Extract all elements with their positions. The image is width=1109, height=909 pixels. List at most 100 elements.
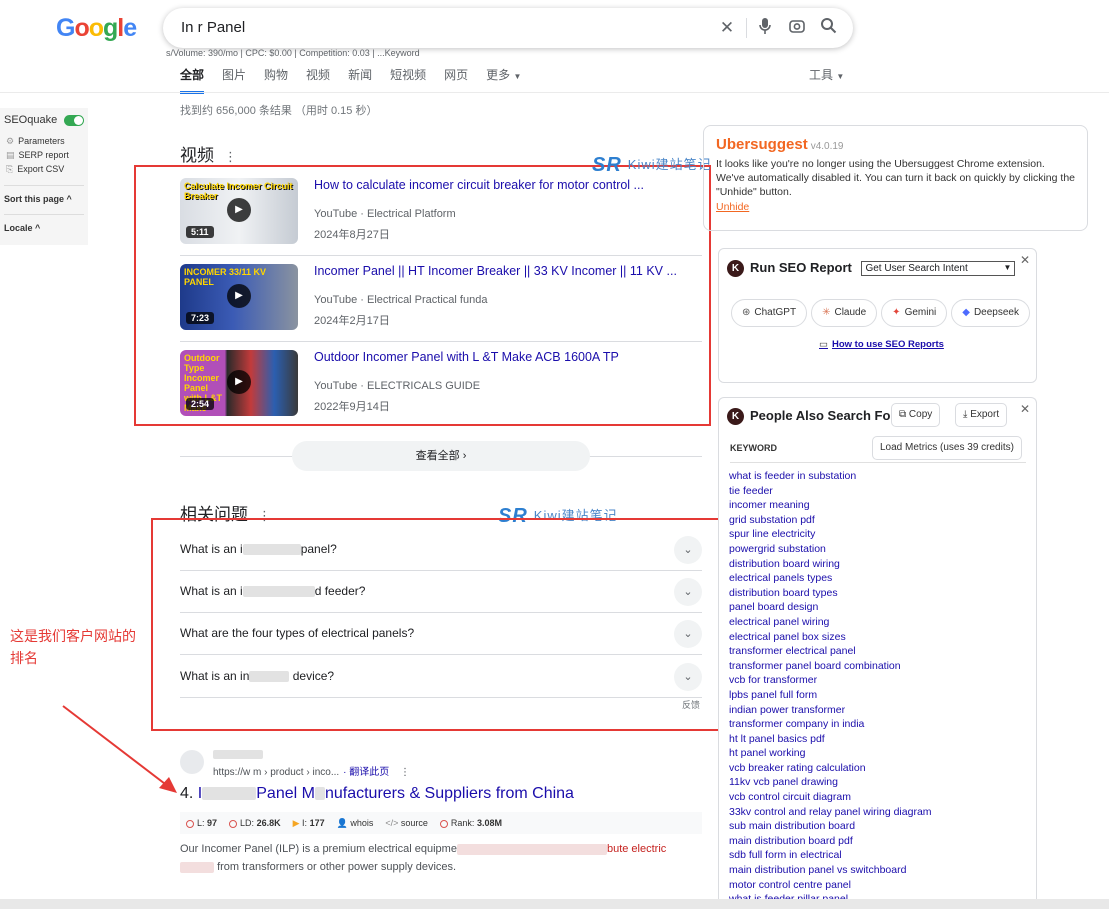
seoquake-toggle[interactable] — [64, 114, 84, 126]
video-title[interactable]: How to calculate incomer circuit breaker… — [314, 178, 694, 192]
redacted-text — [242, 544, 301, 556]
paa-question[interactable]: What is an i d feeder? ⌄ — [180, 571, 702, 613]
lens-camera-icon[interactable] — [786, 17, 808, 39]
keyword-link[interactable]: powergrid substation — [729, 542, 932, 557]
metric-whois[interactable]: 👤 whois — [337, 818, 374, 829]
search-icon[interactable] — [817, 17, 839, 39]
metric-l[interactable]: L: 97 — [186, 818, 217, 828]
keyword-link[interactable]: electrical panels types — [729, 571, 932, 586]
feedback-link[interactable]: 反馈 — [682, 698, 700, 711]
chatgpt-button[interactable]: ⊛ ChatGPT — [731, 299, 808, 327]
result-url[interactable]: https://w m › product › inco... · 翻译此页 ⋮ — [213, 763, 410, 778]
seoquake-sort[interactable]: Sort this page ^ — [4, 185, 84, 204]
keyword-link[interactable]: spur line electricity — [729, 527, 932, 542]
paa-question[interactable]: What is an in device? ⌄ — [180, 656, 702, 698]
keyword-link[interactable]: distribution board types — [729, 586, 932, 601]
keyword-link[interactable]: vcb control circuit diagram — [729, 790, 932, 805]
keyword-link[interactable]: transformer panel board combination — [729, 659, 932, 674]
keyword-link[interactable]: vcb breaker rating calculation — [729, 761, 932, 776]
chevron-down-icon[interactable]: ⌄ — [674, 620, 702, 648]
more-options-icon[interactable]: ⋮ — [400, 767, 410, 778]
tab-more[interactable]: 更多 ▼ — [486, 66, 521, 94]
keyword-link[interactable]: vcb for transformer — [729, 673, 932, 688]
close-icon[interactable]: ✕ — [1020, 253, 1030, 267]
metric-i[interactable]: ▶ I: 177 — [293, 818, 325, 829]
tab-news[interactable]: 新闻 — [348, 66, 372, 94]
keyword-link[interactable]: tie feeder — [729, 484, 932, 499]
intent-select[interactable]: Get User Search Intent ▼ — [861, 261, 1016, 277]
keyword-link[interactable]: 11kv vcb panel drawing — [729, 775, 932, 790]
gemini-button[interactable]: ✦ Gemini — [881, 299, 948, 327]
horizontal-scrollbar[interactable] — [0, 899, 1109, 909]
keyword-link[interactable]: main distribution board pdf — [729, 834, 932, 849]
more-options-icon[interactable]: ⋮ — [224, 149, 237, 164]
keyword-link[interactable]: what is feeder in substation — [729, 469, 932, 484]
metric-ld[interactable]: LD: 26.8K — [229, 818, 281, 828]
paa-question[interactable]: What is an i panel? ⌄ — [180, 529, 702, 571]
keyword-link[interactable]: lpbs panel full form — [729, 688, 932, 703]
tab-web[interactable]: 网页 — [444, 66, 468, 94]
tab-short-videos[interactable]: 短视频 — [390, 66, 426, 94]
keyword-link[interactable]: transformer company in india — [729, 717, 932, 732]
keyword-link[interactable]: electrical panel wiring — [729, 615, 932, 630]
seoquake-serp-report[interactable]: ▤ SERP report — [6, 150, 84, 161]
chevron-down-icon[interactable]: ⌄ — [674, 663, 702, 691]
keyword-link[interactable]: panel board design — [729, 600, 932, 615]
search-box[interactable]: In r Panel ✕ — [163, 8, 853, 48]
keyword-link[interactable]: grid substation pdf — [729, 513, 932, 528]
video-item[interactable]: Calculate Incomer Circuit Breaker ▶ 5:11… — [180, 170, 702, 256]
tab-shopping[interactable]: 购物 — [264, 66, 288, 94]
video-item[interactable]: Outdoor Type Incomer Panel with L&T Make… — [180, 342, 702, 428]
keyword-link[interactable]: incomer meaning — [729, 498, 932, 513]
keyword-link[interactable]: electrical panel box sizes — [729, 630, 932, 645]
chevron-down-icon[interactable]: ⌄ — [674, 578, 702, 606]
video-thumbnail[interactable]: Calculate Incomer Circuit Breaker ▶ 5:11 — [180, 178, 298, 244]
seoquake-parameters[interactable]: ⚙ Parameters — [6, 136, 84, 147]
keyword-link[interactable]: sdb full form in electrical — [729, 848, 932, 863]
load-metrics-button[interactable]: Load Metrics (uses 39 credits) — [872, 436, 1022, 460]
search-input[interactable]: In r Panel — [181, 19, 245, 36]
tools-button[interactable]: 工具 ▼ — [809, 66, 844, 83]
chevron-down-icon[interactable]: ⌄ — [674, 536, 702, 564]
video-thumbnail[interactable]: INCOMER 33/11 KV PANEL ▶ 7:23 — [180, 264, 298, 330]
keyword-link[interactable]: ht lt panel basics pdf — [729, 732, 932, 747]
keyword-link[interactable]: 33kv control and relay panel wiring diag… — [729, 805, 932, 820]
seoquake-export-csv[interactable]: ⎘ Export CSV — [6, 164, 84, 175]
translate-link[interactable]: · 翻译此页 — [343, 767, 389, 778]
paa-question[interactable]: What are the four types of electrical pa… — [180, 613, 702, 655]
keyword-link[interactable]: transformer electrical panel — [729, 644, 932, 659]
keyword-link[interactable]: motor control centre panel — [729, 878, 932, 893]
microphone-icon[interactable] — [754, 17, 776, 39]
seo-report-help-link[interactable]: ▭ How to use SEO Reports — [819, 339, 944, 350]
metric-rank[interactable]: Rank: 3.08M — [439, 818, 502, 828]
unhide-link[interactable]: Unhide — [716, 201, 1075, 213]
export-button[interactable]: ⤓ Export — [955, 403, 1008, 427]
tab-videos[interactable]: 视频 — [306, 66, 330, 94]
video-thumbnail[interactable]: Outdoor Type Incomer Panel with L&T Make… — [180, 350, 298, 416]
tab-all[interactable]: 全部 — [180, 66, 205, 94]
see-all-videos-button[interactable]: 查看全部 › — [292, 441, 590, 471]
result-title[interactable]: 4. I Panel Mnufacturers & Suppliers from … — [180, 785, 574, 803]
close-icon[interactable]: ✕ — [1020, 402, 1030, 416]
video-date: 2024年8月27日 — [314, 229, 390, 241]
claude-button[interactable]: ✳ Claude — [811, 299, 878, 327]
seoquake-locale[interactable]: Locale ^ — [4, 214, 84, 233]
video-item[interactable]: INCOMER 33/11 KV PANEL ▶ 7:23 Incomer Pa… — [180, 256, 702, 342]
keyword-link[interactable]: main distribution panel vs switchboard — [729, 863, 932, 878]
deepseek-button[interactable]: ◆ Deepseek — [951, 299, 1030, 327]
metric-source[interactable]: </> source — [385, 818, 428, 828]
keyword-link[interactable]: sub main distribution board — [729, 819, 932, 834]
gear-icon: ⚙ — [6, 136, 15, 146]
claude-label: Claude — [834, 307, 867, 318]
video-title[interactable]: Outdoor Incomer Panel with L &T Make ACB… — [314, 350, 694, 364]
site-favicon[interactable] — [180, 750, 204, 774]
tab-images[interactable]: 图片 — [222, 66, 246, 94]
google-logo[interactable]: Google — [56, 14, 137, 43]
clear-icon[interactable]: ✕ — [716, 17, 738, 39]
keyword-link[interactable]: ht panel working — [729, 746, 932, 761]
copy-button[interactable]: ⧉ Copy — [891, 403, 941, 427]
keyword-link[interactable]: distribution board wiring — [729, 557, 932, 572]
video-title[interactable]: Incomer Panel || HT Incomer Breaker || 3… — [314, 264, 694, 278]
keyword-link[interactable]: indian power transformer — [729, 703, 932, 718]
chatgpt-label: ChatGPT — [754, 307, 797, 318]
